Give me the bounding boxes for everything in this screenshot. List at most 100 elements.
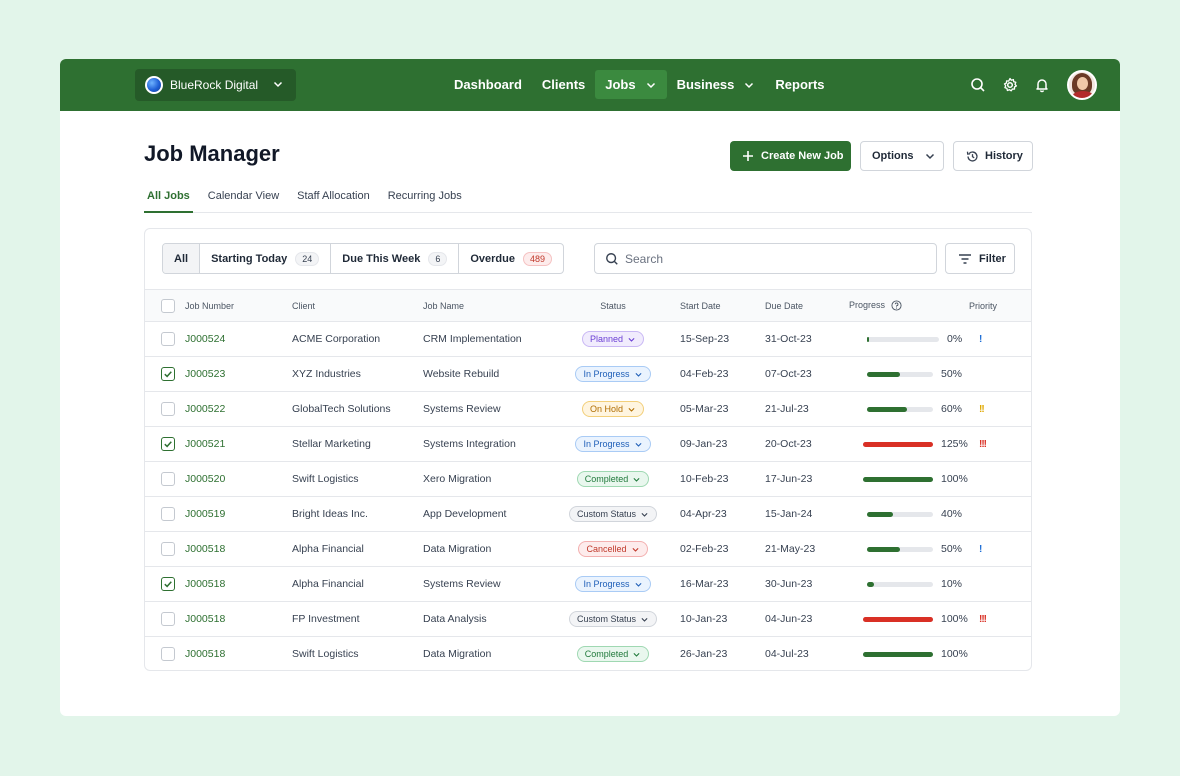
status-cell: Completed [546, 636, 680, 670]
select-all-checkbox[interactable] [161, 298, 175, 313]
header-priority[interactable]: Priority [969, 289, 1031, 322]
table-row[interactable]: J000521 Stellar Marketing Systems Integrat… [145, 426, 1031, 462]
table-row[interactable]: J000518 FP Investment Data Analysis Custom … [145, 601, 1031, 637]
table-row[interactable]: J000518 Alpha Financial Data Migration Canc… [145, 531, 1031, 567]
tab-recurring-jobs[interactable]: Recurring Jobs [385, 187, 465, 213]
job-number-link[interactable]: J000518 [185, 531, 292, 567]
table-row[interactable]: J000519 Bright Ideas Inc. App Development C… [145, 496, 1031, 532]
nav-item-business[interactable]: Business [667, 70, 766, 99]
due-date-cell: 04-Jun-23 [765, 601, 849, 637]
table-row[interactable]: J000518 Swift Logistics Data Migration Comp… [145, 636, 1031, 670]
nav-item-clients[interactable]: Clients [532, 70, 595, 99]
row-checkbox[interactable] [161, 402, 175, 416]
header-due-date[interactable]: Due Date [765, 289, 849, 322]
progress-cell: 100% [849, 461, 969, 497]
job-number-link[interactable]: J000518 [185, 601, 292, 637]
status-badge[interactable]: Custom Status [568, 506, 658, 522]
status-badge[interactable]: Completed [576, 471, 650, 487]
row-checkbox[interactable] [161, 332, 175, 346]
progress-percent: 125% [941, 438, 968, 451]
status-cell: Custom Status [546, 496, 680, 532]
header-start-date[interactable]: Start Date [680, 289, 765, 322]
progress-bar [863, 441, 933, 447]
job-number-link[interactable]: J000524 [185, 321, 292, 357]
client-cell: Swift Logistics [292, 636, 423, 670]
priority-cell [969, 636, 1031, 670]
status-badge[interactable]: Custom Status [568, 611, 658, 627]
row-checkbox[interactable] [161, 367, 175, 381]
create-new-job-button[interactable]: Create New Job [730, 141, 851, 171]
start-date-cell: 15-Sep-23 [680, 321, 765, 357]
job-number-link[interactable]: J000523 [185, 356, 292, 392]
tab-staff-allocation[interactable]: Staff Allocation [294, 187, 373, 213]
status-badge[interactable]: On Hold [581, 401, 645, 417]
search-icon[interactable] [962, 70, 994, 100]
client-cell: Bright Ideas Inc. [292, 496, 423, 532]
job-name-cell: Systems Review [423, 566, 546, 602]
history-button[interactable]: History [953, 141, 1033, 171]
table-row[interactable]: J000518 Alpha Financial Systems Review In P… [145, 566, 1031, 602]
row-checkbox[interactable] [161, 647, 175, 662]
priority-indicator: ! [979, 334, 983, 345]
row-checkbox[interactable] [161, 507, 175, 521]
progress-bar [867, 336, 939, 342]
job-number-link[interactable]: J000520 [185, 461, 292, 497]
bell-icon[interactable] [1026, 70, 1058, 100]
header-job-name[interactable]: Job Name [423, 289, 546, 322]
status-badge[interactable]: In Progress [575, 436, 651, 452]
nav-item-label: Dashboard [454, 77, 522, 92]
status-badge[interactable]: Completed [576, 646, 650, 663]
table-row[interactable]: J000524 ACME Corporation CRM Implementatio… [145, 321, 1031, 357]
progress-cell: 100% [849, 601, 969, 637]
avatar[interactable] [1067, 70, 1097, 100]
due-date-cell: 20-Oct-23 [765, 426, 849, 462]
status-badge[interactable]: In Progress [575, 576, 651, 592]
chevron-down-icon [634, 582, 642, 587]
header-job-number[interactable]: Job Number [185, 289, 292, 322]
job-number-link[interactable]: J000519 [185, 496, 292, 532]
row-checkbox[interactable] [161, 472, 175, 486]
nav-item-reports[interactable]: Reports [765, 70, 834, 99]
segment-overdue[interactable]: Overdue 489 [459, 244, 563, 273]
header-progress[interactable]: Progress [849, 289, 969, 322]
header-status[interactable]: Status [546, 289, 680, 322]
row-select-cell [145, 321, 185, 357]
priority-cell: !! [969, 391, 1031, 427]
table-row[interactable]: J000523 XYZ Industries Website Rebuild In P… [145, 356, 1031, 392]
help-icon[interactable] [890, 300, 902, 311]
org-switcher[interactable]: BlueRock Digital [135, 69, 296, 101]
header-client[interactable]: Client [292, 289, 423, 322]
row-select-cell [145, 531, 185, 567]
row-checkbox[interactable] [161, 577, 175, 591]
segment-due-this-week[interactable]: Due This Week 6 [331, 244, 460, 273]
priority-cell [969, 566, 1031, 602]
status-badge[interactable]: Cancelled [578, 541, 648, 557]
nav-item-dashboard[interactable]: Dashboard [444, 70, 532, 99]
gear-icon[interactable] [994, 70, 1026, 100]
row-checkbox[interactable] [161, 612, 175, 626]
progress-bar [863, 476, 933, 482]
job-number-link[interactable]: J000522 [185, 391, 292, 427]
row-checkbox[interactable] [161, 437, 175, 451]
job-number-link[interactable]: J000518 [185, 566, 292, 602]
tab-calendar-view[interactable]: Calendar View [205, 187, 282, 213]
tab-all-jobs[interactable]: All Jobs [144, 187, 193, 213]
chevron-down-icon [634, 442, 642, 447]
nav-item-jobs[interactable]: Jobs [595, 70, 667, 99]
table-row[interactable]: J000522 GlobalTech Solutions Systems Revie… [145, 391, 1031, 427]
job-number-link[interactable]: J000518 [185, 636, 292, 670]
table-row[interactable]: J000520 Swift Logistics Xero Migration Comp… [145, 461, 1031, 497]
priority-cell: ! [969, 321, 1031, 357]
search-box[interactable] [594, 243, 937, 274]
status-badge[interactable]: Planned [581, 331, 645, 347]
row-checkbox[interactable] [161, 542, 175, 556]
job-number-link[interactable]: J000521 [185, 426, 292, 462]
segment-all[interactable]: All [163, 244, 201, 273]
status-cell: In Progress [546, 566, 680, 602]
options-button[interactable]: Options [860, 141, 944, 171]
filter-button[interactable]: Filter [945, 243, 1015, 274]
search-input[interactable] [625, 251, 925, 266]
status-badge[interactable]: In Progress [575, 366, 651, 382]
segment-starting-today[interactable]: Starting Today 24 [200, 244, 332, 273]
client-cell: FP Investment [292, 601, 423, 637]
